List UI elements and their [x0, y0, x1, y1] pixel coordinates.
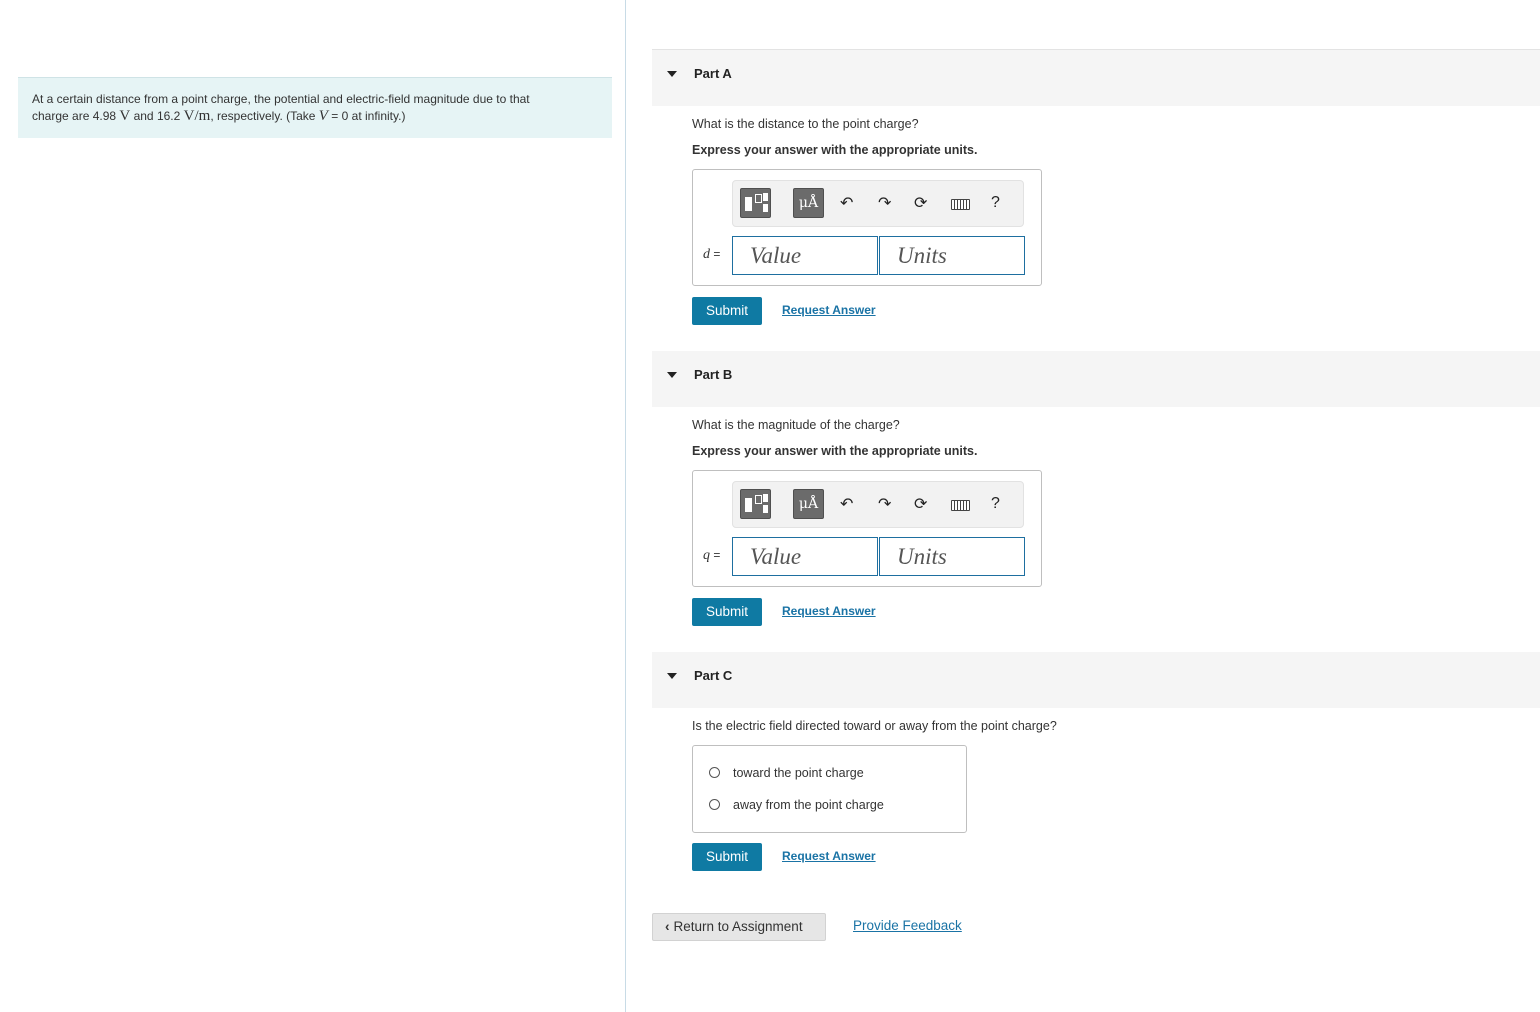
- problem-statement: At a certain distance from a point charg…: [18, 77, 612, 138]
- part-a-title: Part A: [694, 66, 732, 81]
- choice-label: toward the point charge: [733, 766, 864, 780]
- undo-icon[interactable]: ↶: [840, 495, 853, 515]
- part-a-submit-button[interactable]: Submit: [692, 297, 762, 325]
- units-input[interactable]: Units: [879, 236, 1025, 275]
- help-icon[interactable]: ?: [991, 495, 1000, 513]
- part-b-header[interactable]: Part B: [652, 351, 1540, 407]
- part-a-answer-box: μÅ ↶ ↷ ⟳ ? d = Value Units: [692, 169, 1042, 286]
- provide-feedback-link[interactable]: Provide Feedback: [853, 918, 962, 933]
- part-a-instruction: Express your answer with the appropriate…: [692, 143, 978, 157]
- part-c-submit-button[interactable]: Submit: [692, 843, 762, 871]
- part-c-title: Part C: [694, 668, 733, 683]
- value-input[interactable]: Value: [732, 236, 878, 275]
- part-b-instruction: Express your answer with the appropriate…: [692, 444, 978, 458]
- part-c-header[interactable]: Part C: [652, 652, 1540, 708]
- undo-icon[interactable]: ↶: [840, 194, 853, 214]
- equation-toolbar: μÅ ↶ ↷ ⟳ ?: [732, 481, 1024, 528]
- units-button[interactable]: μÅ: [793, 489, 824, 519]
- collapse-triangle-icon[interactable]: [667, 673, 677, 679]
- units-button[interactable]: μÅ: [793, 188, 824, 218]
- part-a-header[interactable]: Part A: [652, 50, 1540, 106]
- templates-icon[interactable]: [740, 489, 771, 519]
- reset-icon[interactable]: ⟳: [914, 194, 927, 214]
- keyboard-icon[interactable]: [951, 500, 970, 511]
- reset-icon[interactable]: ⟳: [914, 495, 927, 515]
- keyboard-icon[interactable]: [951, 199, 970, 210]
- units-input[interactable]: Units: [879, 537, 1025, 576]
- radio-button[interactable]: [709, 799, 720, 810]
- part-b-submit-button[interactable]: Submit: [692, 598, 762, 626]
- help-icon[interactable]: ?: [991, 194, 1000, 212]
- problem-line-2: charge are 4.98 V and 16.2 V/m, respecti…: [32, 108, 406, 124]
- redo-icon[interactable]: ↷: [878, 194, 891, 214]
- return-to-assignment-button[interactable]: ‹ Return to Assignment: [652, 913, 826, 941]
- collapse-triangle-icon[interactable]: [667, 71, 677, 77]
- collapse-triangle-icon[interactable]: [667, 372, 677, 378]
- radio-button[interactable]: [709, 767, 720, 778]
- column-divider: [625, 0, 626, 1012]
- part-b-title: Part B: [694, 367, 733, 382]
- part-c-request-answer-link[interactable]: Request Answer: [782, 849, 876, 863]
- part-b-answer-box: μÅ ↶ ↷ ⟳ ? q = Value Units: [692, 470, 1042, 587]
- part-b-question: What is the magnitude of the charge?: [692, 418, 900, 432]
- unit-volts-per-meter: V/m: [183, 108, 211, 124]
- part-b-request-answer-link[interactable]: Request Answer: [782, 604, 876, 618]
- unit-volts: V: [119, 108, 131, 124]
- part-a-request-answer-link[interactable]: Request Answer: [782, 303, 876, 317]
- chevron-left-icon: ‹: [665, 919, 670, 934]
- choice-label: away from the point charge: [733, 798, 884, 812]
- equation-toolbar: μÅ ↶ ↷ ⟳ ?: [732, 180, 1024, 227]
- templates-icon[interactable]: [740, 188, 771, 218]
- problem-line-1: At a certain distance from a point charg…: [32, 92, 530, 106]
- var-potential: V: [318, 108, 328, 124]
- answer-variable-label: q =: [703, 548, 721, 563]
- answer-variable-label: d =: [703, 247, 721, 262]
- part-c-question: Is the electric field directed toward or…: [692, 719, 1057, 733]
- value-input[interactable]: Value: [732, 537, 878, 576]
- redo-icon[interactable]: ↷: [878, 495, 891, 515]
- part-a-question: What is the distance to the point charge…: [692, 117, 919, 131]
- part-c-choices: toward the point charge away from the po…: [692, 745, 967, 833]
